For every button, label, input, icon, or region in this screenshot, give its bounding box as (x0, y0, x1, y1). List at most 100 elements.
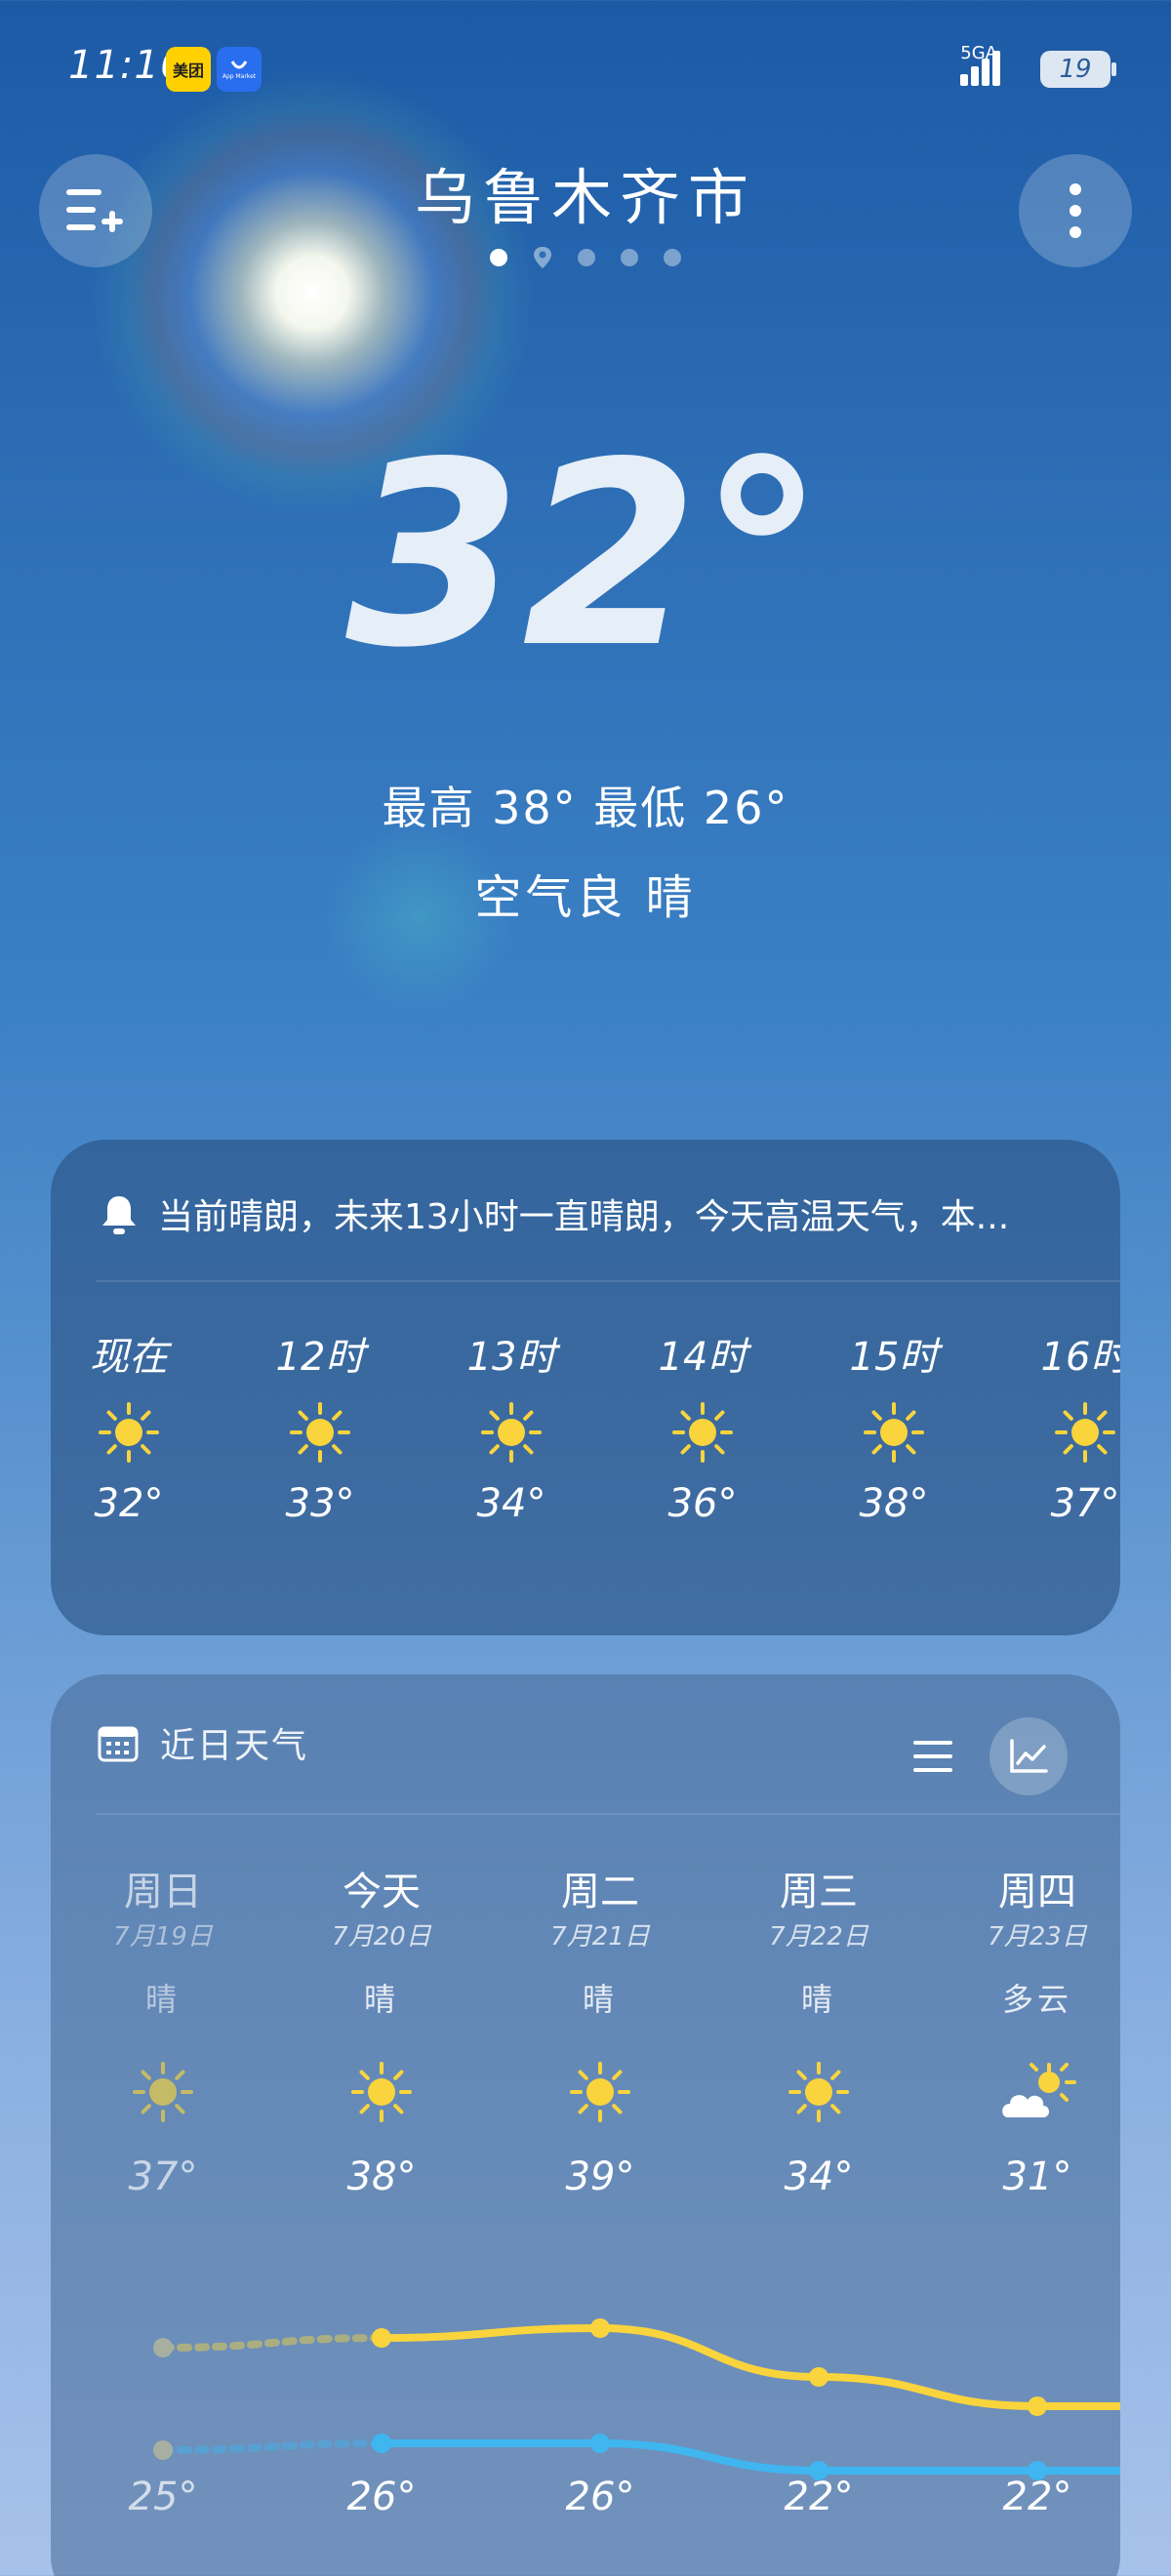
hour-temp: 32° (94, 1481, 164, 1526)
page-dot-5[interactable] (664, 249, 681, 266)
weather-alert[interactable]: 当前晴朗，未来13小时一直晴朗，今天高温天气，本... (100, 1185, 1081, 1243)
air-quality-condition[interactable]: 空气良 晴 (0, 859, 1171, 927)
day-low: 26° (346, 2475, 417, 2519)
sun-icon (481, 1402, 542, 1463)
bell-icon (102, 1196, 136, 1234)
hour-temp: 36° (667, 1481, 738, 1526)
sun-icon (1055, 1402, 1115, 1463)
sun-icon (351, 2062, 412, 2122)
battery-icon: 19 (1040, 51, 1110, 88)
day-item[interactable]: 周二 7月21日 晴 39° (522, 1860, 678, 2199)
high-temp-point (590, 2318, 610, 2338)
day-name: 周三 (780, 1870, 858, 1914)
high-temp-line (378, 2323, 1120, 2410)
alert-text: 当前晴朗，未来13小时一直晴朗，今天高温天气，本... (158, 1197, 1010, 1237)
day-low: 22° (784, 2475, 854, 2519)
city-name[interactable]: 乌鲁木齐市 (0, 148, 1171, 236)
app-market-label: App Market (222, 72, 257, 80)
low-temp-point (372, 2434, 391, 2453)
temperature-range: 最高 38° 最低 26° (382, 782, 789, 834)
hourly-list[interactable]: 现在 32° 12时 33° 13时 34° 14时 36° 15时 38° 1… (51, 1325, 1120, 1618)
day-item[interactable]: 周日 7月19日 晴 37° (85, 1860, 241, 2199)
high-temp-point (153, 2338, 173, 2357)
day-date: 7月19日 (113, 1922, 213, 1952)
day-date: 7月21日 (550, 1922, 650, 1952)
app-market-icon: App Market (217, 47, 262, 92)
page-dot-3[interactable] (578, 249, 595, 266)
hour-label: 12时 (275, 1335, 365, 1380)
current-temperature: 32° (345, 409, 826, 704)
high-temp-point (809, 2367, 828, 2387)
hour-item[interactable]: 14时 36° (625, 1325, 781, 1526)
chart-view-button[interactable] (989, 1717, 1068, 1795)
battery-tip (1111, 62, 1116, 76)
day-name: 周二 (561, 1870, 639, 1914)
high-temp-past-line (159, 2334, 385, 2352)
day-low: 26° (565, 2475, 635, 2519)
status-bar: 11:16 美团 App Market 5GA 19 (0, 0, 1171, 137)
location-pin-icon[interactable] (533, 246, 552, 269)
day-name: 周四 (998, 1870, 1076, 1914)
high-temp-point (1028, 2396, 1047, 2416)
day-date: 7月20日 (332, 1922, 431, 1952)
daily-divider (96, 1813, 1120, 1815)
low-temp-past-line (159, 2439, 385, 2454)
day-date: 7月23日 (988, 1922, 1087, 1952)
hour-temp: 38° (859, 1481, 929, 1526)
sun-icon (864, 1402, 924, 1463)
air-quality-label: 空气良 (474, 870, 627, 925)
more-options-button[interactable] (1019, 154, 1132, 267)
day-item[interactable]: 周三 7月22日 晴 34° (741, 1860, 897, 2199)
day-name: 周日 (124, 1870, 202, 1914)
page-dot-4[interactable] (621, 249, 638, 266)
daily-forecast-card[interactable]: 近日天气 周日 7月19日 晴 37° 今天 7月20日 晴 38° 周二 7月… (51, 1674, 1120, 2576)
day-high: 37° (128, 2154, 198, 2199)
sun-icon (672, 1402, 733, 1463)
day-condition: 晴 (800, 1981, 836, 2018)
day-low: 25° (128, 2475, 198, 2519)
daily-header: 近日天气 (98, 1717, 308, 1768)
day-name: 今天 (343, 1870, 421, 1914)
partly-cloudy-icon (1002, 2063, 1076, 2117)
battery-level: 19 (1059, 55, 1092, 84)
day-item[interactable]: 周四 7月23日 多云 31° (959, 1860, 1115, 2199)
day-high: 39° (565, 2154, 635, 2199)
sun-icon (788, 2062, 849, 2122)
signal-icon (960, 49, 1009, 86)
day-condition: 多云 (1001, 1981, 1072, 2018)
hourly-divider (96, 1280, 1120, 1282)
hour-label: 16时 (1040, 1335, 1120, 1380)
page-dot-1[interactable] (490, 249, 507, 266)
sun-icon (290, 1402, 350, 1463)
sun-icon (99, 1402, 159, 1463)
hour-label: 15时 (849, 1335, 939, 1380)
condition-label: 晴 (645, 870, 697, 925)
day-high: 31° (1002, 2154, 1072, 2199)
day-condition: 晴 (144, 1981, 181, 2018)
day-high: 38° (346, 2154, 417, 2199)
low-temp-point (153, 2440, 173, 2460)
hour-temp: 37° (1050, 1481, 1120, 1526)
hour-label: 13时 (466, 1335, 556, 1380)
hour-item[interactable]: 15时 38° (816, 1325, 972, 1526)
page-indicator[interactable] (0, 246, 1171, 269)
hour-label: 现在 (90, 1335, 168, 1380)
hour-item[interactable]: 12时 33° (242, 1325, 398, 1526)
sun-icon (570, 2062, 630, 2122)
day-high: 34° (784, 2154, 854, 2199)
day-item[interactable]: 今天 7月20日 晴 38° (303, 1860, 460, 2199)
high-temp-point (372, 2328, 391, 2348)
low-temp-point (590, 2434, 610, 2453)
sun-icon (133, 2062, 193, 2122)
low-temp-line (378, 2439, 1120, 2475)
list-icon (913, 1741, 952, 1772)
hour-item[interactable]: 现在 32° (51, 1325, 207, 1526)
hour-item[interactable]: 16时 37° (1007, 1325, 1120, 1526)
hourly-forecast-card[interactable]: 当前晴朗，未来13小时一直晴朗，今天高温天气，本... 现在 32° 12时 3… (51, 1140, 1120, 1635)
day-low: 22° (1002, 2475, 1072, 2519)
list-view-button[interactable] (894, 1717, 972, 1795)
hour-label: 14时 (658, 1335, 747, 1380)
hour-item[interactable]: 13时 34° (433, 1325, 589, 1526)
hour-temp: 33° (285, 1481, 355, 1526)
day-date: 7月22日 (769, 1922, 868, 1952)
